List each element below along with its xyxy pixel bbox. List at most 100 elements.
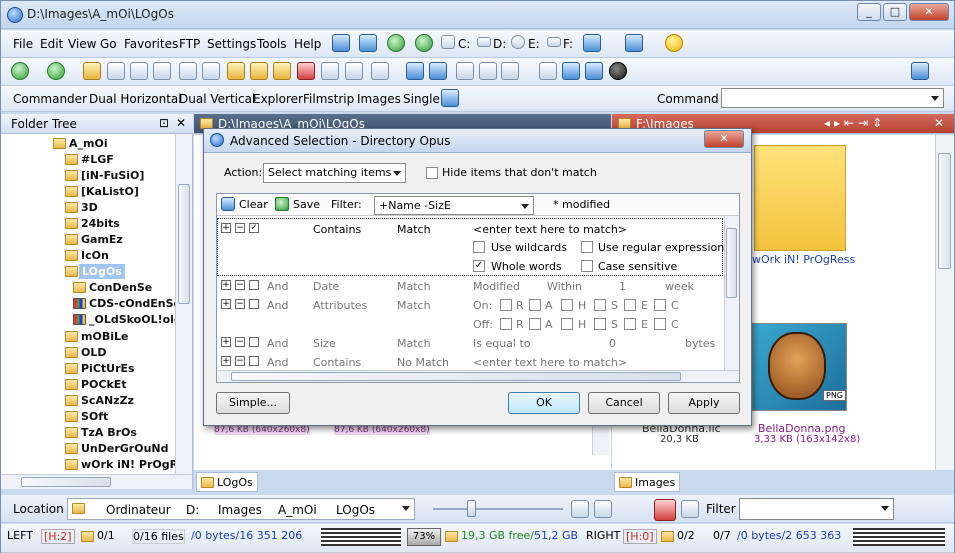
pin-icon[interactable]: ⊡ (159, 116, 169, 130)
layout-filmstrip[interactable]: Filmstrip (303, 92, 354, 106)
left-tab-logos[interactable]: LOgOs (196, 472, 258, 492)
right-tab-images[interactable]: Images (614, 472, 681, 492)
view-mode-icon[interactable] (371, 62, 389, 80)
layout-images[interactable]: Images (357, 92, 401, 106)
eight-ball-icon[interactable] (609, 62, 627, 80)
menu-file[interactable]: File (13, 37, 33, 51)
new-folder-icon[interactable] (227, 62, 245, 80)
attr-off-a-checkbox[interactable] (529, 318, 541, 330)
folder-tree-close-icon[interactable]: ✕ (176, 116, 186, 130)
row3-op[interactable]: Match (397, 299, 431, 312)
viewer-icon[interactable] (539, 62, 557, 80)
crumb-images[interactable]: Images (218, 503, 262, 517)
hide-nonmatching-checkbox[interactable] (426, 167, 438, 179)
add-row-icon[interactable]: + (221, 356, 231, 366)
tree-item-logos-selected[interactable]: LOgOs (79, 264, 125, 279)
network-2-icon[interactable] (625, 34, 643, 52)
menu-edit[interactable]: Edit (40, 37, 63, 51)
row-enable-checkbox[interactable] (249, 299, 259, 309)
apply-button[interactable]: Apply (668, 392, 740, 414)
paste-icon[interactable] (202, 62, 220, 80)
row5-value[interactable]: <enter text here to match> (473, 356, 627, 369)
row-enable-checkbox[interactable] (249, 280, 259, 290)
forward-icon[interactable] (47, 62, 65, 80)
tree-item-cds-condense[interactable]: CDS-cOndEnSe (89, 297, 181, 310)
delete-icon[interactable] (297, 62, 315, 80)
menu-tools[interactable]: Tools (257, 37, 287, 51)
row1-field[interactable]: Contains (313, 223, 361, 236)
use-wildcards-checkbox[interactable] (473, 241, 485, 253)
tree-item-soft[interactable]: SOft (81, 410, 108, 423)
zoom-slider-thumb[interactable] (467, 500, 476, 517)
copy-to-icon[interactable] (387, 34, 405, 52)
tree-item-scanzzz[interactable]: ScANzZz (81, 394, 134, 407)
row4-join[interactable]: And (267, 337, 288, 350)
drive-d-icon[interactable] (477, 37, 491, 47)
move-icon[interactable] (273, 62, 291, 80)
tree-item-pictures[interactable]: PiCtUrEs (81, 362, 135, 375)
tree-item-icon[interactable]: IcOn (81, 249, 109, 262)
layout-dual-vertical[interactable]: Dual Vertical (179, 92, 255, 106)
tree-vertical-scrollbar[interactable] (175, 134, 192, 474)
tree-item-gamez[interactable]: GamEz (81, 233, 123, 246)
add-row-icon[interactable]: + (221, 280, 231, 290)
image-convert-icon[interactable] (562, 62, 580, 80)
dual-horizontal-icon[interactable] (429, 62, 447, 80)
belladonna-image-thumbnail[interactable]: PNG (752, 323, 847, 411)
row4-compare[interactable]: Is equal to (473, 337, 531, 350)
tree-item-oldskool[interactable]: _OLdSkoOL!old (89, 313, 182, 326)
crumb-a-moi[interactable]: A_mOi (278, 503, 317, 517)
location-breadcrumb[interactable]: Ordinateur D: Images A_mOi LOgOs (67, 498, 415, 520)
right-scroll-thumb[interactable] (938, 153, 951, 269)
ok-button[interactable]: OK (508, 392, 580, 414)
tree-item-in-fusio[interactable]: [iN-FuSiO] (81, 169, 144, 182)
row-enable-checkbox[interactable] (249, 356, 259, 366)
add-row-icon[interactable]: + (221, 223, 231, 233)
warning-icon[interactable] (654, 499, 676, 521)
toolbar-options-icon[interactable] (911, 62, 929, 80)
attr-on-a-checkbox[interactable] (529, 299, 541, 311)
parent-folder-icon[interactable] (83, 62, 101, 80)
attr-off-c-checkbox[interactable] (654, 318, 666, 330)
attr-on-e-checkbox[interactable] (624, 299, 636, 311)
tree-item-a-moi[interactable]: A_mOi (69, 137, 108, 150)
layout-dual-horizontal[interactable]: Dual Horizontal (89, 92, 182, 106)
row5-join[interactable]: And (267, 356, 288, 369)
thumb-size-icon[interactable] (594, 500, 612, 518)
tree-item-old[interactable]: OLD (81, 346, 107, 359)
add-row-icon[interactable]: + (221, 337, 231, 347)
drive-f-label[interactable]: F: (563, 37, 573, 51)
row2-unit[interactable]: week (665, 280, 694, 293)
remove-row-icon[interactable]: − (235, 280, 245, 290)
grid-hscroll-thumb[interactable] (231, 372, 681, 381)
row2-type[interactable]: Modified (473, 280, 520, 293)
thumbnails-view-icon[interactable] (479, 62, 497, 80)
tree-item-kalisto[interactable]: [KaListO] (81, 185, 139, 198)
layout-explorer[interactable]: Explorer (253, 92, 303, 106)
tree-hscroll-thumb[interactable] (21, 477, 111, 487)
filter-dropdown[interactable]: +Name -SizE (374, 196, 534, 215)
row2-field[interactable]: Date (313, 280, 339, 293)
move-to-icon[interactable] (415, 34, 433, 52)
tree-item-condense[interactable]: ConDenSe (89, 281, 152, 294)
refresh-icon[interactable] (359, 34, 377, 52)
case-sensitive-checkbox[interactable] (581, 260, 593, 272)
rename-icon[interactable] (250, 62, 268, 80)
network-icon[interactable] (583, 34, 601, 52)
row3-join[interactable]: And (267, 299, 288, 312)
tree-item-mobile[interactable]: mOBiLe (81, 330, 128, 343)
menu-settings[interactable]: Settings (207, 37, 256, 51)
attr-on-h-checkbox[interactable] (561, 299, 573, 311)
attr-on-r-checkbox[interactable] (500, 299, 512, 311)
details-view-icon[interactable] (456, 62, 474, 80)
crumb-d[interactable]: D: (186, 503, 199, 517)
menu-help[interactable]: Help (294, 37, 321, 51)
tree-scroll-thumb[interactable] (178, 184, 190, 304)
folder-work-in-progress-label[interactable]: wOrk iN! PrOgRess (752, 253, 855, 266)
remove-row-icon[interactable]: − (235, 299, 245, 309)
menu-ftp[interactable]: FTP (179, 37, 200, 51)
use-regex-checkbox[interactable] (581, 241, 593, 253)
minimize-button[interactable]: _ (857, 3, 881, 21)
find-icon[interactable] (345, 62, 363, 80)
remove-row-icon[interactable]: − (235, 337, 245, 347)
